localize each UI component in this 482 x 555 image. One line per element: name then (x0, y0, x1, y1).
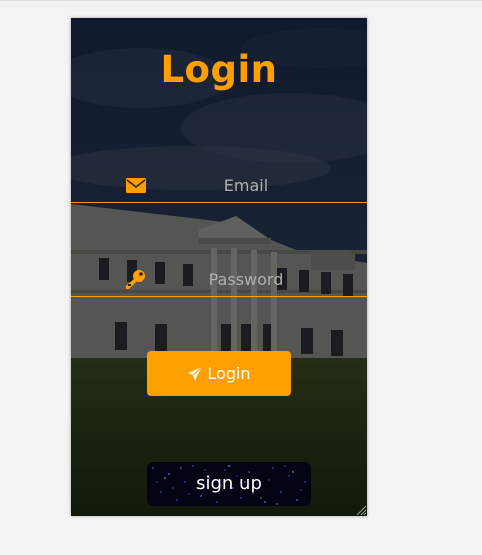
login-button[interactable]: Login (147, 351, 291, 396)
page-title: Login (160, 48, 278, 91)
signup-button[interactable]: sign up (147, 462, 311, 506)
paper-plane-icon (187, 366, 203, 382)
key-icon (125, 269, 147, 289)
resize-handle-icon[interactable] (355, 504, 367, 516)
login-panel: Login Login (71, 18, 367, 516)
login-button-label: Login (207, 364, 251, 383)
envelope-icon (125, 175, 147, 195)
email-field[interactable] (161, 172, 331, 198)
signup-button-label: sign up (196, 473, 262, 494)
window-top-border (0, 0, 482, 1)
password-field[interactable] (161, 266, 331, 292)
password-field-row (71, 266, 367, 297)
email-field-row (71, 172, 367, 203)
